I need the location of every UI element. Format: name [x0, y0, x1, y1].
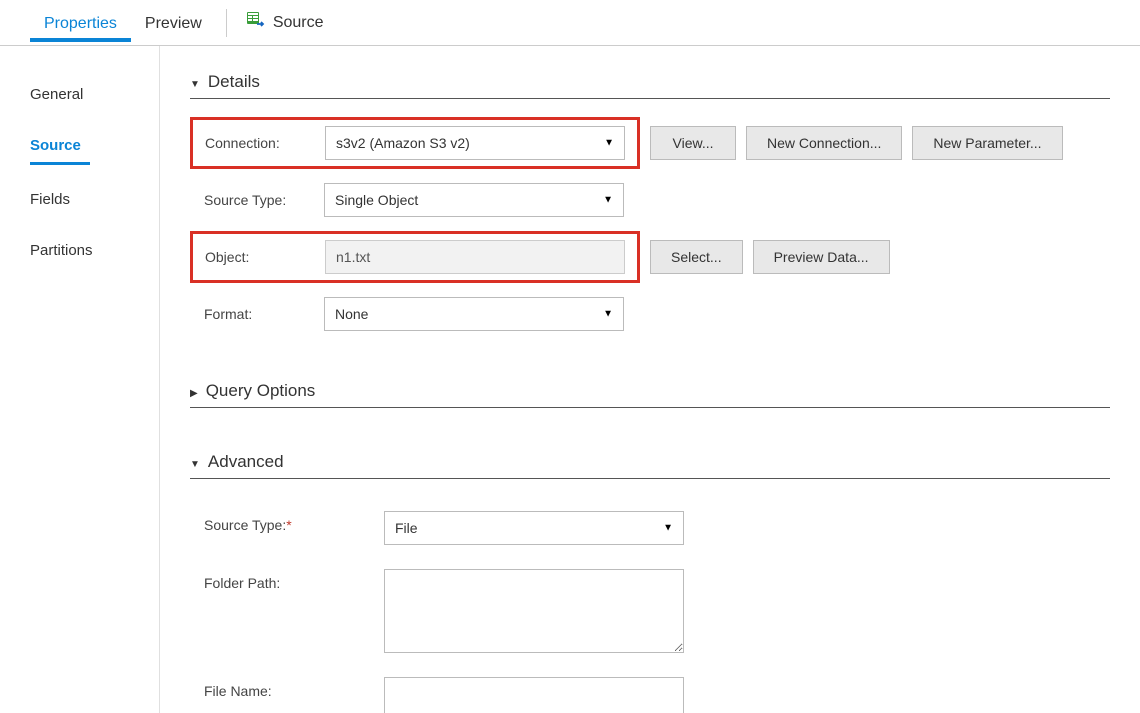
required-asterisk: * [286, 517, 291, 533]
section-title-query-options: Query Options [206, 381, 316, 401]
sidenav-item-general[interactable]: General [30, 76, 90, 111]
preview-data-button[interactable]: Preview Data... [753, 240, 890, 274]
source-type-select[interactable]: Single Object [324, 183, 624, 217]
object-input: n1.txt [325, 240, 625, 274]
label-folder-path: Folder Path: [204, 569, 384, 591]
label-file-name: File Name: [204, 677, 384, 699]
section-title-advanced: Advanced [208, 452, 284, 472]
sidenav-item-fields[interactable]: Fields [30, 181, 90, 216]
label-adv-source-type: Source Type:* [204, 511, 384, 533]
folder-path-textarea[interactable] [384, 569, 684, 653]
connection-select[interactable]: s3v2 (Amazon S3 v2) [325, 126, 625, 160]
label-object: Object: [205, 249, 315, 265]
format-select[interactable]: None [324, 297, 624, 331]
file-name-textarea[interactable] [384, 677, 684, 713]
source-table-icon [247, 12, 265, 33]
sidenav-item-partitions[interactable]: Partitions [30, 232, 90, 267]
tab-properties[interactable]: Properties [30, 5, 131, 41]
sidenav-item-source[interactable]: Source [30, 127, 90, 165]
new-connection-button[interactable]: New Connection... [746, 126, 902, 160]
adv-source-type-select[interactable]: File [384, 511, 684, 545]
highlight-object: Object: n1.txt [190, 231, 640, 283]
label-adv-source-type-text: Source Type: [204, 517, 286, 533]
connection-select-value: s3v2 (Amazon S3 v2) [336, 135, 470, 151]
section-title-details: Details [208, 72, 260, 92]
view-button[interactable]: View... [650, 126, 736, 160]
highlight-connection: Connection: s3v2 (Amazon S3 v2) [190, 117, 640, 169]
format-select-value: None [335, 306, 368, 322]
chevron-down-icon [190, 452, 200, 472]
select-button[interactable]: Select... [650, 240, 743, 274]
label-format: Format: [204, 306, 314, 322]
tab-divider [226, 9, 227, 37]
label-connection: Connection: [205, 135, 315, 151]
new-parameter-button[interactable]: New Parameter... [912, 126, 1062, 160]
section-header-details[interactable]: Details [190, 66, 1110, 99]
tab-preview[interactable]: Preview [131, 5, 216, 41]
chevron-right-icon [190, 381, 198, 401]
object-input-value: n1.txt [336, 249, 370, 265]
source-indicator-label: Source [273, 14, 324, 32]
source-indicator: Source [237, 6, 334, 39]
chevron-down-icon [190, 72, 200, 92]
label-source-type: Source Type: [204, 192, 314, 208]
adv-source-type-select-value: File [395, 520, 418, 536]
source-type-select-value: Single Object [335, 192, 418, 208]
section-header-advanced[interactable]: Advanced [190, 446, 1110, 479]
side-nav: General Source Fields Partitions [0, 46, 160, 713]
section-header-query-options[interactable]: Query Options [190, 375, 1110, 408]
